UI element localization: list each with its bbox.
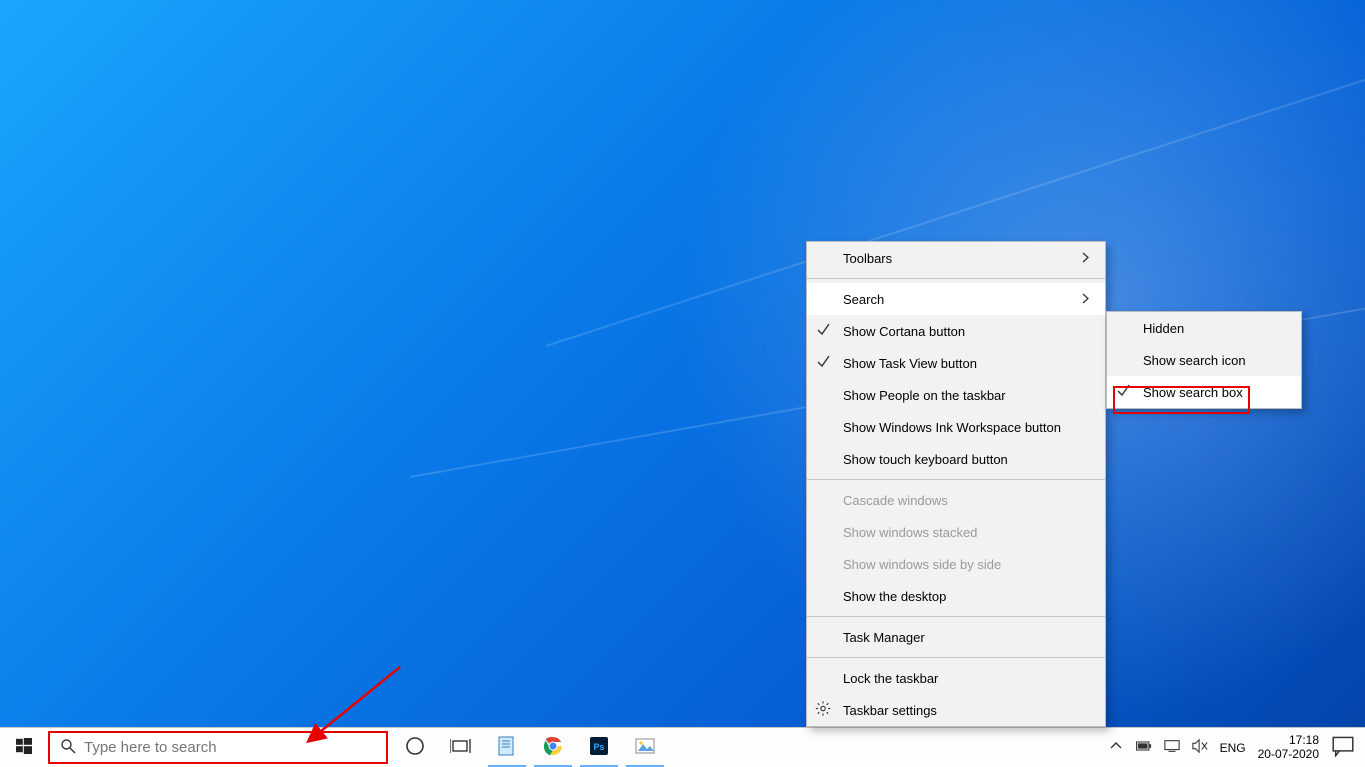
menu-show-cortana-label: Show Cortana button <box>843 324 965 339</box>
start-button[interactable] <box>0 728 48 767</box>
submenu-show-box[interactable]: Show search box <box>1107 376 1301 408</box>
task-view-button[interactable] <box>438 728 484 767</box>
menu-toolbars[interactable]: Toolbars <box>807 242 1105 274</box>
menu-show-taskview-label: Show Task View button <box>843 356 977 371</box>
language-indicator[interactable]: ENG <box>1220 741 1246 755</box>
tray-overflow-icon[interactable] <box>1108 738 1124 757</box>
taskbar-app-chrome[interactable] <box>530 728 576 767</box>
menu-search[interactable]: Search <box>807 283 1105 315</box>
menu-task-manager[interactable]: Task Manager <box>807 621 1105 653</box>
check-icon <box>817 323 830 339</box>
search-icon <box>60 738 76 757</box>
cortana-icon <box>404 735 426 760</box>
menu-sidebyside: Show windows side by side <box>807 548 1105 580</box>
submenu-show-icon-label: Show search icon <box>1143 353 1246 368</box>
menu-show-cortana[interactable]: Show Cortana button <box>807 315 1105 347</box>
clock-date: 20-07-2020 <box>1258 748 1319 762</box>
gear-icon <box>815 701 831 720</box>
menu-lock-taskbar-label: Lock the taskbar <box>843 671 938 686</box>
taskbar-app-photoshop[interactable]: Ps <box>576 728 622 767</box>
image-viewer-icon <box>634 735 656 760</box>
menu-show-desktop[interactable]: Show the desktop <box>807 580 1105 612</box>
clock-time: 17:18 <box>1258 734 1319 748</box>
menu-show-people-label: Show People on the taskbar <box>843 388 1006 403</box>
search-submenu: Hidden Show search icon Show search box <box>1106 311 1302 409</box>
menu-cascade-label: Cascade windows <box>843 493 948 508</box>
svg-text:Ps: Ps <box>593 742 604 752</box>
action-center-icon <box>1332 735 1354 760</box>
chevron-right-icon <box>1058 251 1089 266</box>
menu-search-label: Search <box>843 292 884 307</box>
menu-show-people[interactable]: Show People on the taskbar <box>807 379 1105 411</box>
submenu-show-icon[interactable]: Show search icon <box>1107 344 1301 376</box>
menu-separator <box>807 616 1105 617</box>
taskbar-app-imageviewer[interactable] <box>622 728 668 767</box>
cortana-button[interactable] <box>392 728 438 767</box>
taskbar-search-box[interactable] <box>48 731 388 764</box>
start-icon <box>16 738 32 757</box>
menu-task-manager-label: Task Manager <box>843 630 925 645</box>
menu-separator <box>807 479 1105 480</box>
search-input[interactable] <box>84 739 376 756</box>
menu-stacked: Show windows stacked <box>807 516 1105 548</box>
taskbar-context-menu: Toolbars Search Show Cortana button Show… <box>806 241 1106 727</box>
notepad-icon <box>496 735 518 760</box>
menu-show-touchkb[interactable]: Show touch keyboard button <box>807 443 1105 475</box>
check-icon <box>1117 384 1130 400</box>
submenu-hidden[interactable]: Hidden <box>1107 312 1301 344</box>
taskbar[interactable]: Ps <box>0 727 1365 767</box>
volume-mute-icon[interactable] <box>1192 738 1208 757</box>
menu-stacked-label: Show windows stacked <box>843 525 977 540</box>
taskbar-clock[interactable]: 17:18 20-07-2020 <box>1252 734 1325 762</box>
submenu-show-box-label: Show search box <box>1143 385 1243 400</box>
menu-show-ink-label: Show Windows Ink Workspace button <box>843 420 1061 435</box>
submenu-hidden-label: Hidden <box>1143 321 1184 336</box>
battery-icon[interactable] <box>1136 738 1152 757</box>
menu-separator <box>807 657 1105 658</box>
menu-sidebyside-label: Show windows side by side <box>843 557 1001 572</box>
menu-show-touchkb-label: Show touch keyboard button <box>843 452 1008 467</box>
screen-icon[interactable] <box>1164 738 1180 757</box>
menu-toolbars-label: Toolbars <box>843 251 892 266</box>
menu-show-desktop-label: Show the desktop <box>843 589 946 604</box>
menu-cascade: Cascade windows <box>807 484 1105 516</box>
action-center-button[interactable] <box>1325 735 1361 760</box>
photoshop-icon: Ps <box>588 735 610 760</box>
task-view-icon <box>450 735 472 760</box>
menu-show-ink[interactable]: Show Windows Ink Workspace button <box>807 411 1105 443</box>
menu-taskbar-settings[interactable]: Taskbar settings <box>807 694 1105 726</box>
chrome-icon <box>542 735 564 760</box>
menu-taskbar-settings-label: Taskbar settings <box>843 703 937 718</box>
check-icon <box>817 355 830 371</box>
chevron-right-icon <box>1058 292 1089 307</box>
menu-show-taskview[interactable]: Show Task View button <box>807 347 1105 379</box>
menu-lock-taskbar[interactable]: Lock the taskbar <box>807 662 1105 694</box>
menu-separator <box>807 278 1105 279</box>
taskbar-app-notepad[interactable] <box>484 728 530 767</box>
